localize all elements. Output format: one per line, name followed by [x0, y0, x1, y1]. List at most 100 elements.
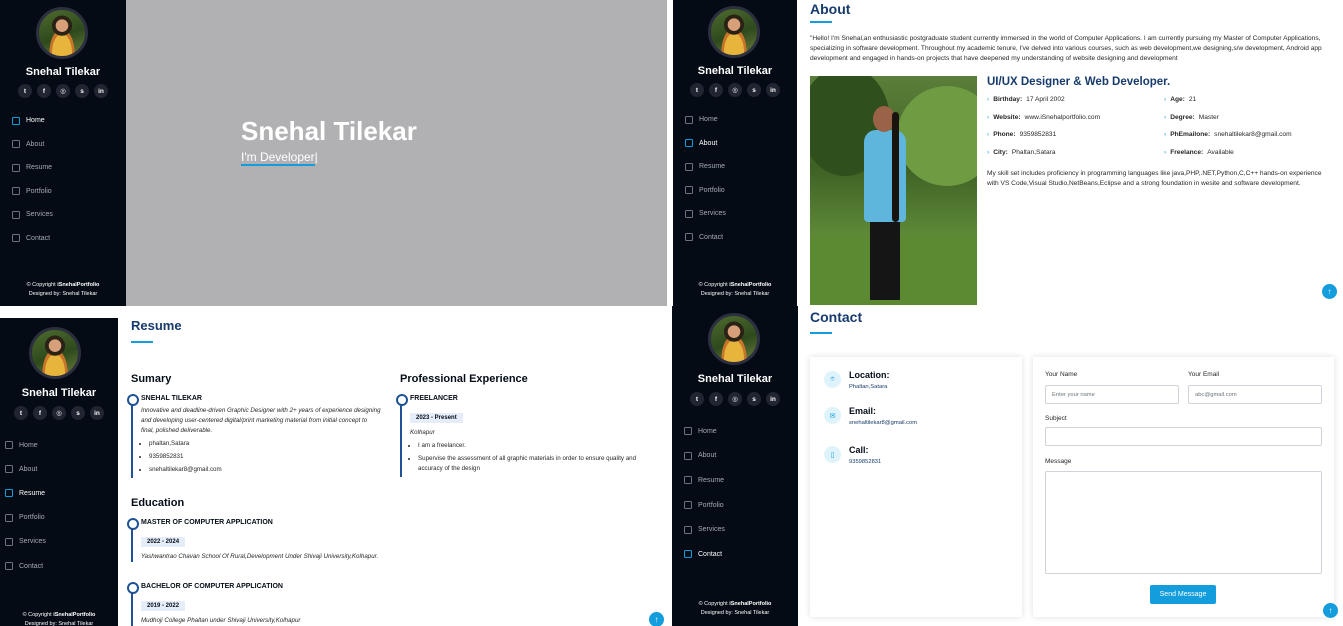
- nav-item-portfolio[interactable]: Portfolio: [685, 179, 726, 203]
- nav-label: Contact: [698, 550, 723, 558]
- education-years: 2019 - 2022: [141, 601, 186, 611]
- education-school: Yashwantrao Chavan School Of Rural,Devel…: [141, 553, 379, 560]
- back-to-top-button[interactable]: ↑: [1322, 284, 1337, 299]
- nav-item-home[interactable]: Home: [684, 419, 725, 444]
- avatar: [29, 327, 81, 379]
- nav-label: About: [26, 140, 45, 148]
- person-icon: [12, 140, 20, 149]
- copyright-prefix: © Copyright: [26, 282, 56, 288]
- nav-item-contact[interactable]: Contact: [685, 226, 726, 250]
- nav-item-portfolio[interactable]: Portfolio: [5, 506, 46, 530]
- avatar: [708, 6, 760, 58]
- back-to-top-button[interactable]: ↑: [1323, 603, 1338, 618]
- fact-phone: › Phone: 9359852831: [987, 131, 1057, 138]
- nav-label: Home: [26, 117, 45, 125]
- hero-typed: Developer: [259, 150, 315, 166]
- nav-item-services[interactable]: Services: [685, 202, 726, 226]
- nav-label: Services: [19, 538, 46, 546]
- linkedin-icon[interactable]: in: [94, 84, 108, 98]
- skype-icon[interactable]: s: [747, 83, 761, 97]
- title-underline: [810, 21, 832, 23]
- instagram-icon[interactable]: ◎: [56, 84, 70, 98]
- social-links: t f ◎ s in: [0, 84, 126, 98]
- nav-item-about[interactable]: About: [685, 132, 726, 156]
- nav-item-about[interactable]: About: [684, 444, 725, 469]
- file-icon: [684, 476, 692, 485]
- twitter-icon[interactable]: t: [14, 406, 28, 420]
- education-degree: MASTER OF COMPUTER APPLICATION: [141, 519, 273, 526]
- nav-item-about[interactable]: About: [12, 133, 53, 157]
- nav-label: About: [699, 139, 718, 147]
- facebook-icon[interactable]: f: [33, 406, 47, 420]
- server-icon: [685, 209, 693, 218]
- copyright-brand: iSnehalPortfolio: [729, 282, 772, 288]
- facebook-icon[interactable]: f: [709, 83, 723, 97]
- instagram-icon[interactable]: ◎: [52, 406, 66, 420]
- email-label: Your Email: [1188, 371, 1220, 378]
- location-value: Phaltan,Satara: [849, 384, 888, 390]
- fact-degree: › Degree: Master: [1164, 113, 1219, 121]
- experience-role: FREELANCER: [410, 395, 458, 402]
- sidebar-footer: © Copyright iSnehalPortfolio Designed by…: [673, 281, 797, 299]
- nav-item-home[interactable]: Home: [5, 433, 46, 457]
- contact-screenshot: Snehal Tilekar t f ◎ s in Home About Res…: [672, 306, 1343, 626]
- chevron-right-icon: ›: [1164, 113, 1167, 121]
- sidebar-name: Snehal Tilekar: [697, 373, 773, 385]
- copyright-brand: iSnehalPortfolio: [729, 601, 772, 607]
- summary-item: SNEHAL TILEKAR Innovative and deadline-d…: [127, 394, 381, 478]
- nav-item-contact[interactable]: Contact: [12, 227, 53, 251]
- section-title-contact: Contact: [810, 309, 863, 325]
- sidebar: Snehal Tilekar t f ◎ s in Home About Res…: [672, 306, 798, 626]
- designed-by: Designed by: Snehal Tilekar: [700, 610, 770, 616]
- nav-item-resume[interactable]: Resume: [12, 156, 53, 180]
- nav-item-contact[interactable]: Contact: [684, 542, 725, 567]
- nav-item-services[interactable]: Services: [12, 203, 53, 227]
- nav-item-portfolio[interactable]: Portfolio: [684, 493, 725, 518]
- linkedin-icon[interactable]: in: [766, 392, 780, 406]
- nav-item-services[interactable]: Services: [684, 517, 725, 542]
- facebook-icon[interactable]: f: [37, 84, 51, 98]
- email-input[interactable]: abc@gmail.com: [1188, 385, 1322, 404]
- linkedin-icon[interactable]: in: [766, 83, 780, 97]
- nav-item-services[interactable]: Services: [5, 530, 46, 554]
- nav-item-home[interactable]: Home: [685, 108, 726, 132]
- linkedin-icon[interactable]: in: [90, 406, 104, 420]
- instagram-icon[interactable]: ◎: [728, 83, 742, 97]
- education-years: 2022 - 2024: [141, 537, 186, 547]
- title-underline: [131, 341, 153, 343]
- subject-input[interactable]: [1045, 427, 1322, 446]
- send-message-button[interactable]: Send Message: [1150, 585, 1216, 604]
- message-label: Message: [1045, 458, 1072, 465]
- nav-item-home[interactable]: Home: [12, 109, 53, 133]
- nav-item-resume[interactable]: Resume: [685, 155, 726, 179]
- twitter-icon[interactable]: t: [690, 83, 704, 97]
- resume-screenshot: Snehal Tilekar t f ◎ s in Home About Res…: [0, 318, 668, 626]
- summary-title: Sumary: [131, 373, 172, 385]
- facebook-icon[interactable]: f: [709, 392, 723, 406]
- name-input[interactable]: Enter your name: [1045, 385, 1179, 404]
- twitter-icon[interactable]: t: [18, 84, 32, 98]
- hero-subtitle: I'm Developer|: [241, 150, 318, 166]
- skype-icon[interactable]: s: [75, 84, 89, 98]
- arrow-up-icon: ↑: [1327, 287, 1332, 296]
- book-icon: [685, 186, 693, 195]
- social-links: t f ◎ s in: [673, 83, 797, 97]
- skype-icon[interactable]: s: [71, 406, 85, 420]
- nav-item-portfolio[interactable]: Portfolio: [12, 180, 53, 204]
- message-textarea[interactable]: [1045, 471, 1322, 574]
- experience-point: Supervise the assessment of all graphic …: [418, 454, 645, 474]
- instagram-icon[interactable]: ◎: [728, 392, 742, 406]
- hero-prefix: I'm: [241, 150, 260, 166]
- skype-icon[interactable]: s: [747, 392, 761, 406]
- nav-item-about[interactable]: About: [5, 457, 46, 481]
- nav-label: Contact: [699, 233, 724, 241]
- about-paragraph: "Hello! I'm Snehal,an enthusiastic postg…: [810, 35, 1322, 62]
- back-to-top-button[interactable]: ↑: [649, 612, 664, 626]
- nav-item-contact[interactable]: Contact: [5, 554, 46, 578]
- summary-phone: 9359852831: [149, 452, 381, 462]
- person-icon: [5, 465, 13, 474]
- nav-item-resume[interactable]: Resume: [684, 468, 725, 493]
- nav-item-resume[interactable]: Resume: [5, 481, 46, 505]
- nav-label: Portfolio: [698, 501, 724, 509]
- twitter-icon[interactable]: t: [690, 392, 704, 406]
